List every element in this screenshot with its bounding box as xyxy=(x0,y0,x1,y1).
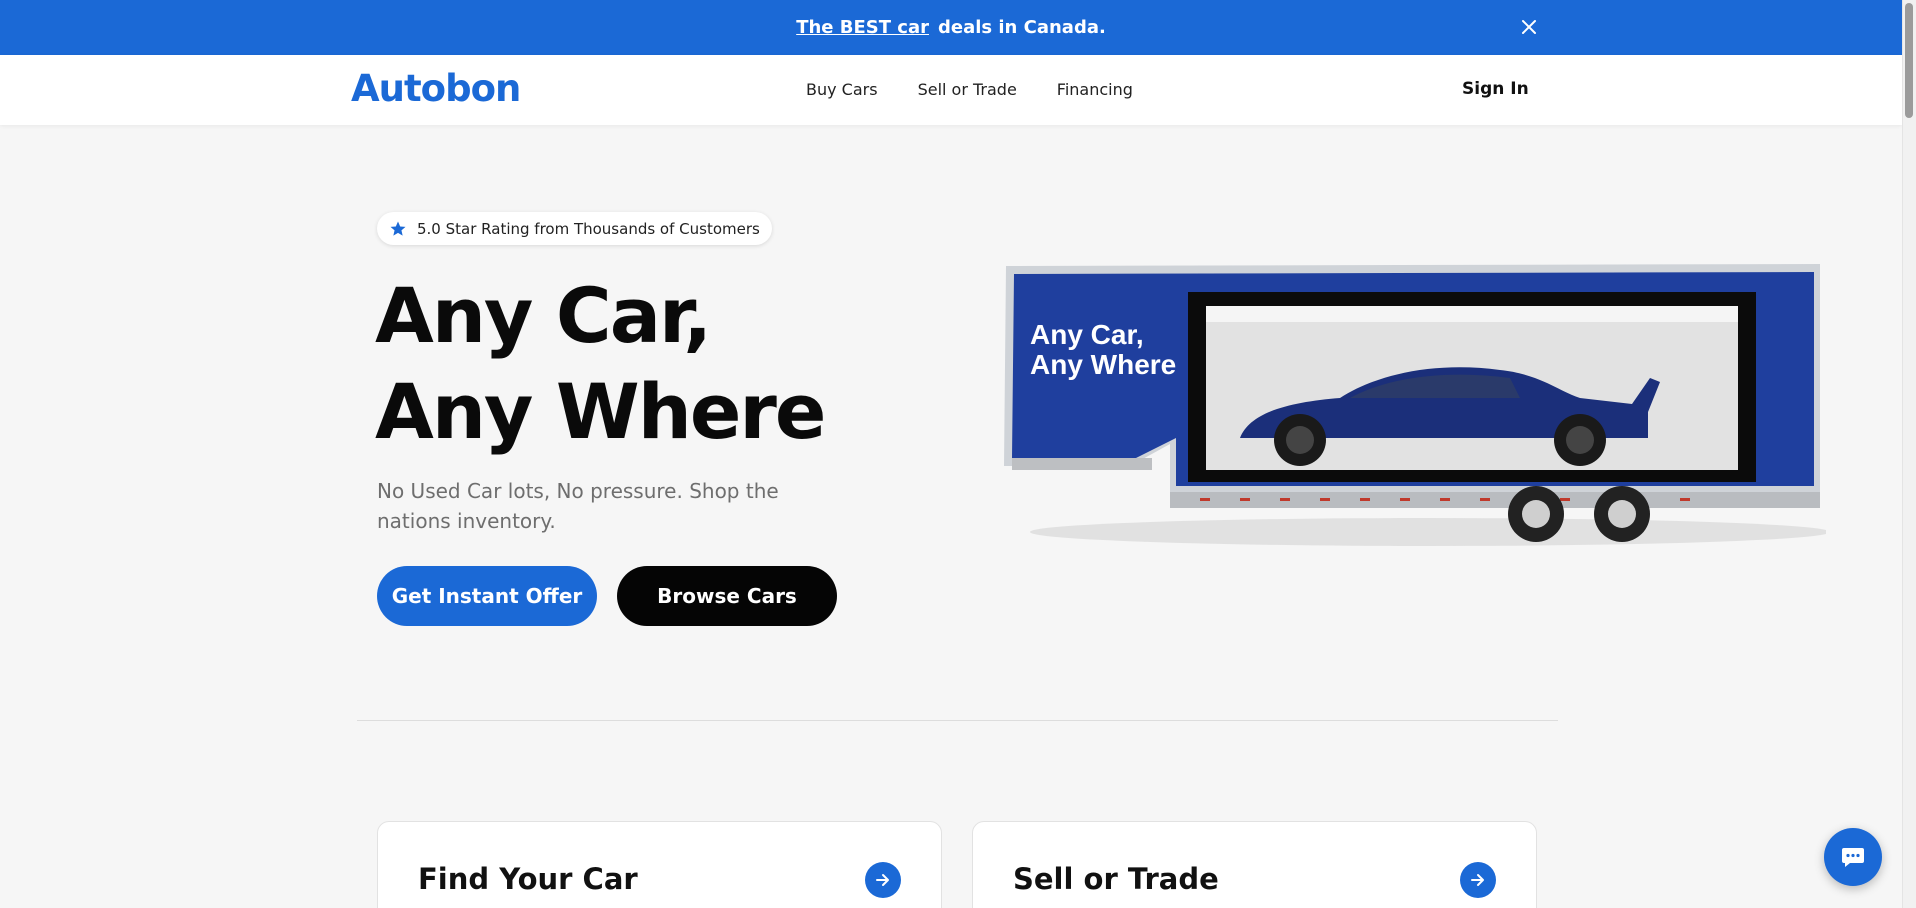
announcement-text: deals in Canada. xyxy=(937,17,1106,38)
rating-text: 5.0 Star Rating from Thousands of Custom… xyxy=(417,219,760,238)
hero-title-line-1: Any Car, xyxy=(375,271,712,360)
hero-subtitle: No Used Car lots, No pressure. Shop the … xyxy=(377,479,779,533)
nav-links: Buy Cars Sell or Trade Financing xyxy=(806,80,1133,99)
trailer-text-line-1: Any Car, xyxy=(1030,319,1144,350)
nav-link-buy-cars[interactable]: Buy Cars xyxy=(806,80,878,99)
get-instant-offer-button[interactable]: Get Instant Offer xyxy=(377,566,597,626)
page-scrollbar[interactable] xyxy=(1902,0,1916,908)
site-logo[interactable]: Autobon xyxy=(351,67,521,110)
hero-title: Any Car, Any Where xyxy=(375,268,826,460)
hero-trailer-image: Any Car, Any Where xyxy=(1004,264,1826,546)
announcement-bar: The BEST car deals in Canada. xyxy=(0,0,1902,55)
browse-cars-button[interactable]: Browse Cars xyxy=(617,566,837,626)
hero-title-line-2: Any Where xyxy=(375,367,826,456)
top-navbar: Autobon Buy Cars Sell or Trade Financing… xyxy=(0,55,1902,125)
section-divider xyxy=(357,720,1558,721)
arrow-right-icon[interactable] xyxy=(1460,862,1496,898)
card-title: Find Your Car xyxy=(418,862,638,896)
chat-icon xyxy=(1842,848,1864,867)
star-icon xyxy=(390,221,406,236)
card-title: Sell or Trade xyxy=(1013,862,1219,896)
rating-badge: 5.0 Star Rating from Thousands of Custom… xyxy=(377,212,772,245)
nav-link-sell-or-trade[interactable]: Sell or Trade xyxy=(918,80,1017,99)
close-icon[interactable] xyxy=(1518,16,1540,38)
sign-in-link[interactable]: Sign In xyxy=(1462,79,1529,99)
trailer-text-line-2: Any Where xyxy=(1030,349,1176,380)
arrow-right-icon[interactable] xyxy=(865,862,901,898)
chat-button[interactable] xyxy=(1824,828,1882,886)
sell-or-trade-card[interactable]: Sell or Trade xyxy=(972,821,1537,908)
find-your-car-card[interactable]: Find Your Car xyxy=(377,821,942,908)
nav-link-financing[interactable]: Financing xyxy=(1057,80,1133,99)
scrollbar-thumb[interactable] xyxy=(1905,3,1913,118)
announcement-link[interactable]: The BEST car xyxy=(796,17,929,38)
